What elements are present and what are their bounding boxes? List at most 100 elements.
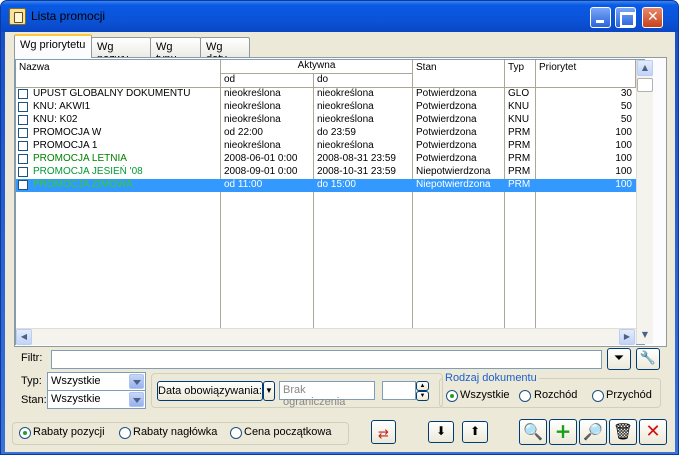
edit-button[interactable]: 🔎 — [579, 419, 607, 445]
typ-value: Wszystkie — [51, 375, 101, 387]
radio-wszystkie[interactable] — [446, 390, 458, 402]
cell-od: nieokreślona — [224, 88, 281, 99]
header-aktywna[interactable]: Aktywna — [221, 60, 413, 74]
move-down-button[interactable]: ⬇ — [428, 421, 454, 443]
app-icon — [9, 8, 26, 25]
trash-icon: 🗑 — [612, 422, 634, 441]
radio-rabaty-pozycji[interactable] — [19, 427, 31, 439]
cell-stan: Potwierdzona — [416, 88, 477, 99]
cell-od: od 11:00 — [224, 179, 263, 190]
cell-stan: Potwierdzona — [416, 101, 477, 112]
radio-rozchod[interactable] — [519, 390, 531, 402]
move-up-button[interactable]: ⬆ — [462, 421, 488, 443]
table-row[interactable]: PROMOCJA ZIMOWA od 11:00 do 15:00 Niepotwie… — [16, 179, 636, 192]
radio-rabaty-naglowka[interactable] — [119, 427, 131, 439]
stan-select[interactable]: Wszystkie — [47, 390, 146, 409]
date-dropdown-button[interactable]: ▼ — [263, 381, 275, 401]
spin-down-button[interactable]: ▼ — [416, 391, 429, 401]
header-do[interactable]: do — [314, 74, 413, 88]
client-area: Wg priorytetu Wg nazwy Wg typu Wg daty N… — [5, 32, 675, 452]
cell-typ: PRM — [508, 140, 531, 151]
cell-do: nieokreślona — [317, 101, 374, 112]
cell-priorytet: 100 — [615, 127, 632, 138]
table-row[interactable]: PROMOCJA JESIEŃ '08 2008-09-01 0:00 2008-1… — [16, 166, 636, 179]
vertical-scrollbar[interactable]: ▲ ▼ — [636, 60, 653, 344]
cell-od: od 22:00 — [224, 127, 263, 138]
chevron-down-icon: ▼ — [265, 386, 273, 395]
cell-stan: Niepotwierdzona — [416, 179, 491, 190]
spin-up-button[interactable]: ▲ — [416, 381, 429, 391]
scroll-right-button[interactable]: ▶ — [619, 329, 635, 345]
table-row[interactable]: PROMOCJA 1 nieokreślona nieokreślona Potwie… — [16, 140, 636, 153]
cell-stan: Potwierdzona — [416, 127, 477, 138]
row-checkbox[interactable] — [18, 154, 28, 164]
row-checkbox[interactable] — [18, 141, 28, 151]
tab-wg-typu[interactable]: Wg typu — [150, 37, 201, 65]
table-row[interactable]: UPUST GLOBALNY DOKUMENTU nieokreślona nieo… — [16, 88, 636, 101]
cell-typ: PRM — [508, 153, 531, 164]
date-spinner[interactable] — [382, 381, 416, 400]
scroll-down-button[interactable]: ▼ — [637, 328, 653, 344]
cell-nazwa: PROMOCJA W — [33, 127, 102, 138]
window-title: Lista promocji — [31, 9, 106, 23]
cell-do: nieokreślona — [317, 114, 374, 125]
horizontal-scrollbar[interactable]: ◀ ▶ — [16, 328, 636, 345]
header-stan[interactable]: Stan — [413, 60, 505, 88]
tab-wg-priorytetu[interactable]: Wg priorytetu — [14, 34, 92, 58]
row-checkbox[interactable] — [18, 102, 28, 112]
row-checkbox[interactable] — [18, 180, 28, 190]
minimize-button[interactable] — [590, 7, 611, 28]
filter-construct-button[interactable]: 🔧 — [636, 348, 660, 370]
row-checkbox[interactable] — [18, 167, 28, 177]
chevron-down-icon[interactable] — [129, 392, 144, 407]
add-button[interactable]: + — [549, 419, 577, 445]
cell-stan: Niepotwierdzona — [416, 166, 491, 177]
typ-select[interactable]: Wszystkie — [47, 372, 146, 391]
filter-label: Filtr: — [21, 352, 43, 364]
cell-priorytet: 50 — [620, 101, 632, 112]
magnifier-icon: 🔎 — [583, 422, 603, 441]
row-checkbox[interactable] — [18, 128, 28, 138]
close-button[interactable] — [642, 7, 663, 28]
header-nazwa[interactable]: Nazwa — [16, 60, 221, 88]
delete-button[interactable]: 🗑 — [609, 419, 637, 445]
date-input[interactable]: Brak ograniczenia — [279, 381, 375, 408]
table-row[interactable]: KNU: K02 nieokreślona nieokreślona Potwierd… — [16, 114, 636, 127]
cell-do: nieokreślona — [317, 140, 374, 151]
rodzaj-dokumentu-title: Rodzaj dokumentu — [443, 372, 539, 384]
cell-od: 2008-09-01 0:00 — [224, 166, 298, 177]
header-typ[interactable]: Typ — [505, 60, 536, 88]
filter-input[interactable] — [51, 350, 602, 369]
tab-wg-daty[interactable]: Wg daty — [200, 37, 250, 65]
cell-priorytet: 100 — [615, 166, 632, 177]
cancel-button[interactable]: ✕ — [639, 419, 667, 445]
table-row[interactable]: PROMOCJA LETNIA 2008-06-01 0:00 2008-08-31… — [16, 153, 636, 166]
cell-od: nieokreślona — [224, 114, 281, 125]
table-row[interactable]: KNU: AKWI1 nieokreślona nieokreślona Potwie… — [16, 101, 636, 114]
preview-button[interactable]: 🔍 — [519, 419, 547, 445]
chevron-down-icon[interactable] — [129, 374, 144, 389]
cell-priorytet: 100 — [615, 153, 632, 164]
stan-value: Wszystkie — [51, 393, 101, 405]
filter-button[interactable]: ⏷ — [607, 348, 631, 370]
row-checkbox[interactable] — [18, 115, 28, 125]
stan-label: Stan: — [21, 394, 47, 406]
maximize-button[interactable] — [615, 7, 636, 28]
tab-wg-nazwy[interactable]: Wg nazwy — [91, 37, 151, 65]
table-row[interactable]: PROMOCJA W od 22:00 do 23:59 Potwierdzona PR… — [16, 127, 636, 140]
radio-cena-poczatkowa[interactable] — [230, 427, 242, 439]
data-obowiazywania-button[interactable]: Data obowiązywania: — [157, 381, 263, 401]
export-button[interactable]: ⇄ — [371, 420, 396, 444]
radio-przychod[interactable] — [592, 390, 604, 402]
scroll-up-button[interactable]: ▲ — [637, 60, 653, 76]
scroll-left-button[interactable]: ◀ — [16, 329, 32, 345]
promotions-grid[interactable]: Nazwa Aktywna od do Stan Typ Priorytet U… — [15, 59, 653, 345]
cell-do: do 15:00 — [317, 179, 356, 190]
cell-nazwa: KNU: K02 — [33, 114, 78, 125]
header-od[interactable]: od — [221, 74, 314, 88]
scroll-thumb[interactable] — [637, 78, 653, 92]
title-bar[interactable]: Lista promocji — [1, 1, 678, 32]
radio-rozchod-label: Rozchód — [534, 389, 578, 401]
row-checkbox[interactable] — [18, 89, 28, 99]
header-priorytet[interactable]: Priorytet — [536, 60, 636, 88]
